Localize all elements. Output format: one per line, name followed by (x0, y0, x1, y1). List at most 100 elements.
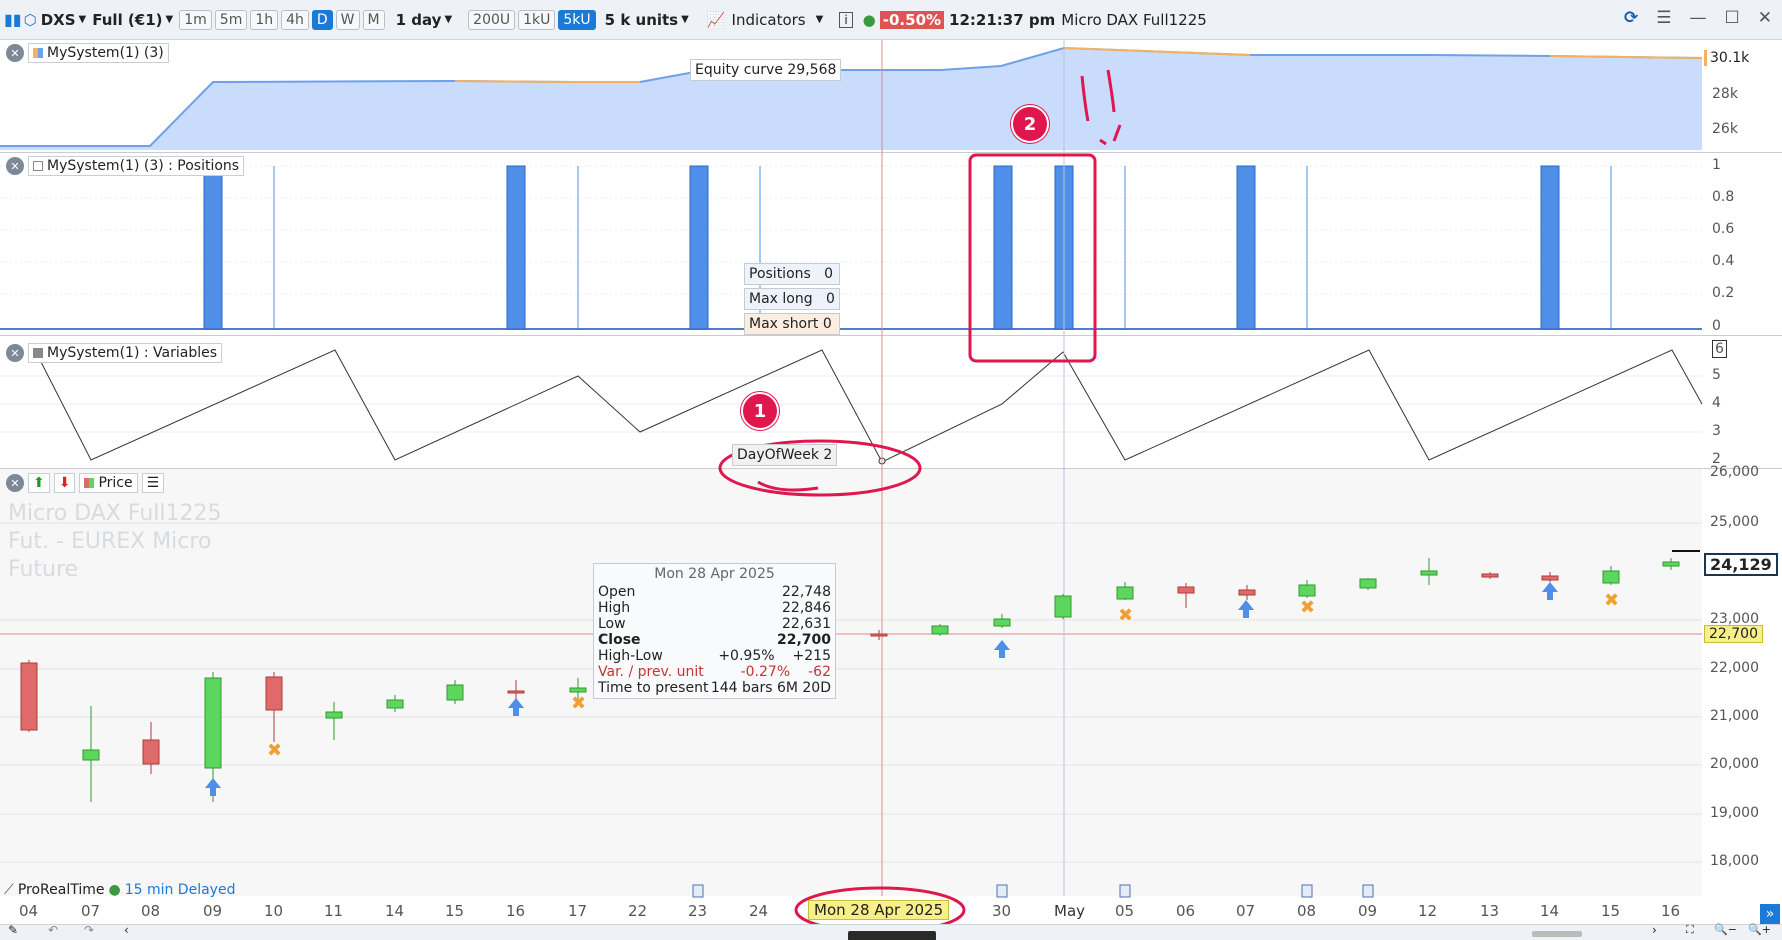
equity-swatch-icon (33, 48, 43, 58)
x-axis-label: 17 (568, 902, 588, 920)
stat-label: Max short (749, 316, 819, 332)
instrument-watermark: Micro DAX Full1225 Fut. - EUREX Micro Fu… (8, 500, 221, 584)
sell-cross-icon: ✖ (571, 693, 586, 714)
position-bar (993, 165, 1013, 330)
zoom-in-icon[interactable]: 🔍+ (1748, 923, 1771, 936)
ohlc-row: Var. / prev. unit -0.27% -62 (598, 664, 831, 680)
price-label[interactable]: Price (79, 473, 138, 493)
scrollbar-thumb[interactable] (1532, 931, 1582, 937)
zoom-out-icon[interactable]: 🔍− (1714, 923, 1737, 936)
watermark-line: Future (8, 557, 79, 582)
x-axis-label: 12 (1418, 902, 1438, 920)
x-axis-label: 09 (203, 902, 223, 920)
crosshair-price-label: 22,700 (1704, 625, 1763, 643)
candle-body (325, 711, 343, 719)
equity-axis-label: 28k (1712, 86, 1738, 102)
scrollbar-thumb[interactable] (848, 931, 936, 940)
variables-axis-label: 6 (1712, 340, 1727, 358)
price-axis-label: 20,000 (1710, 756, 1759, 772)
buy-arrow-icon (205, 778, 221, 796)
equity-label[interactable]: MySystem(1) (3) (28, 43, 169, 63)
ohlc-row: Time to present 144 bars 6M 20D (598, 680, 831, 696)
positions-axis-label: 0.8 (1712, 189, 1735, 205)
dayofweek-tooltip: DayOfWeek 2 (732, 444, 838, 466)
position-bar (1540, 165, 1560, 330)
equity-drawdown-line (454, 80, 640, 83)
positions-swatch-icon (33, 161, 43, 171)
price-axis-label: 19,000 (1710, 805, 1759, 821)
crosshair-date-label: Mon 28 Apr 2025 (808, 900, 950, 920)
ohlc-label: High (598, 600, 631, 616)
double-chevron-right-icon: » (1765, 906, 1775, 922)
redo-icon[interactable]: ↷ (84, 923, 94, 937)
scroll-left-icon[interactable]: ‹ (124, 923, 129, 937)
sell-button[interactable]: ⬇ (53, 473, 76, 493)
sell-cross-icon: ✖ (1118, 605, 1133, 626)
candle-body (1481, 573, 1499, 578)
watermark-line: Micro DAX Full1225 (8, 501, 222, 526)
candle-body (142, 739, 160, 765)
positions-stats: Positions 0 Max long 0 Max short 0 (744, 263, 840, 335)
candle-body (82, 749, 100, 761)
stat-max-long: Max long 0 (744, 288, 840, 310)
x-axis-label: 16 (1661, 902, 1681, 920)
variables-label-text: MySystem(1) : Variables (47, 345, 217, 361)
price-panel-header: ✕ ⬆ ⬇ Price ☰ (6, 473, 165, 493)
candle-body (1359, 578, 1377, 589)
watermark-line: Fut. - EUREX Micro (8, 529, 212, 554)
scroll-end-button[interactable]: » (1760, 904, 1780, 924)
positions-axis-label: 0.6 (1712, 221, 1735, 237)
x-axis-label: 24 (749, 902, 769, 920)
variables-swatch-icon (33, 348, 43, 358)
ohlc-extra: -62 (808, 664, 831, 680)
positions-axis-label: 1 (1712, 157, 1721, 173)
buy-button[interactable]: ⬆ (28, 473, 50, 493)
candle-body (204, 677, 222, 769)
ohlc-label: Time to present (598, 680, 709, 696)
positions-label[interactable]: MySystem(1) (3) : Positions (28, 156, 245, 176)
ohlc-value: 22,631 (782, 616, 831, 632)
ohlc-date: Mon 28 Apr 2025 (654, 566, 775, 582)
buy-arrow-icon (1542, 582, 1558, 600)
sell-cross-icon: ✖ (267, 740, 282, 761)
variables-label[interactable]: MySystem(1) : Variables (28, 343, 222, 363)
variables-axis-label: 4 (1712, 395, 1721, 411)
buy-arrow-icon (508, 698, 524, 716)
position-bar (1236, 165, 1256, 330)
annotation-scribble (757, 480, 819, 492)
scroll-right-icon[interactable]: › (1652, 923, 1657, 937)
positions-axis-label: 0.4 (1712, 253, 1735, 269)
x-axis-label: 08 (1297, 902, 1317, 920)
x-axis-label: 10 (264, 902, 284, 920)
stat-value: 0 (824, 266, 834, 282)
draw-icon[interactable]: ✎ (8, 923, 18, 937)
stat-max-short: Max short 0 (744, 313, 840, 335)
variables-axis-label: 5 (1712, 367, 1721, 383)
x-axis-label: 07 (81, 902, 101, 920)
x-axis-label: 06 (1176, 902, 1196, 920)
candle-body (1298, 584, 1316, 597)
x-axis-label: 30 (992, 902, 1012, 920)
list-button[interactable]: ☰ (141, 473, 165, 493)
bottom-bar: ✎ ↶ ↷ ‹ › ⛶ 🔍− 🔍+ (0, 923, 1782, 940)
stat-positions: Positions 0 (744, 263, 840, 285)
close-panel-icon[interactable]: ✕ (6, 474, 24, 492)
list-icon: ☰ (146, 475, 160, 491)
positions-panel-header: ✕ MySystem(1) (3) : Positions (6, 156, 245, 176)
close-panel-icon[interactable]: ✕ (6, 157, 24, 175)
undo-icon[interactable]: ↶ (48, 923, 58, 937)
fullscreen-icon[interactable]: ⛶ (1686, 923, 1694, 937)
positions-label-text: MySystem(1) (3) : Positions (47, 158, 240, 174)
close-panel-icon[interactable]: ✕ (6, 44, 24, 62)
x-axis-label: 13 (1480, 902, 1500, 920)
x-axis-label: 16 (506, 902, 526, 920)
ohlc-value: -0.27% (740, 664, 791, 680)
close-panel-icon[interactable]: ✕ (6, 344, 24, 362)
position-bar (506, 165, 526, 330)
ohlc-row: Close 22,700 (598, 632, 831, 648)
candle-body (870, 633, 888, 637)
x-axis-label: 23 (688, 902, 708, 920)
equity-area (0, 48, 1702, 150)
price-axis-label: 18,000 (1710, 853, 1759, 869)
price-label-text: Price (98, 475, 133, 491)
